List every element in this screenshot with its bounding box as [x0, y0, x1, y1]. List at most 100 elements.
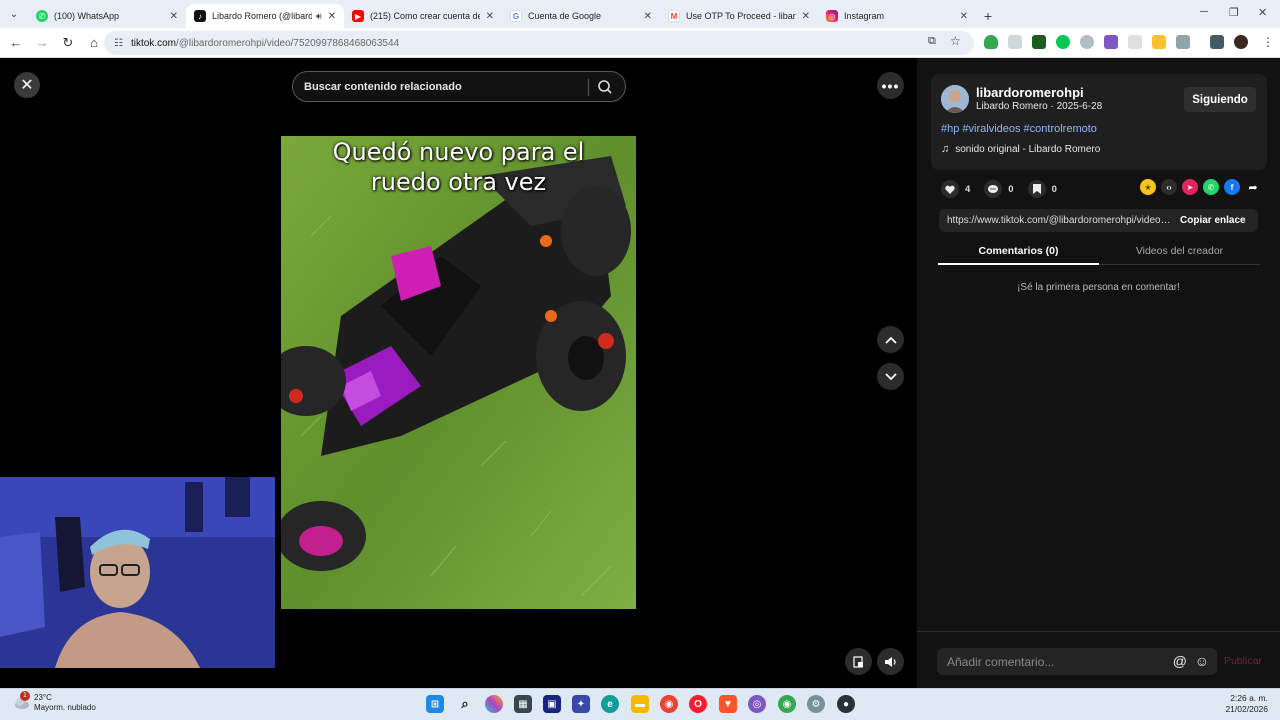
forward-icon[interactable]: →: [30, 31, 54, 55]
chrome-profile-icon[interactable]: ◉: [778, 695, 796, 713]
bookmark-icon: [1027, 180, 1046, 198]
profile-avatar[interactable]: [1234, 35, 1248, 49]
close-viewer-button[interactable]: ✕: [14, 72, 40, 98]
close-icon[interactable]: ✕: [170, 11, 178, 22]
previous-video-button[interactable]: [877, 326, 904, 353]
app-icon[interactable]: ✦: [572, 695, 590, 713]
comment-button[interactable]: 0: [984, 180, 1014, 198]
reading-list-icon[interactable]: [1210, 35, 1224, 49]
extension-icon[interactable]: [1104, 35, 1118, 49]
extensions-puzzle-icon[interactable]: [1176, 35, 1190, 49]
next-video-button[interactable]: [877, 363, 904, 390]
address-bar[interactable]: ☷ tiktok.com/@libardoromerohpi/video/752…: [104, 31, 974, 55]
extension-icon[interactable]: [1080, 35, 1094, 49]
window-close-icon[interactable]: ✕: [1258, 6, 1267, 19]
extension-icon[interactable]: [1056, 35, 1070, 49]
tab-whatsapp[interactable]: ✆ (100) WhatsApp ✕: [28, 4, 186, 28]
author-username[interactable]: libardoromerohpi: [976, 85, 1084, 100]
tab-youtube[interactable]: ▶ (215) Como crear cuenta de Ki ✕: [344, 4, 502, 28]
edge-icon[interactable]: e: [601, 695, 619, 713]
video-player[interactable]: Quedó nuevo para el ruedo otra vez: [281, 136, 636, 609]
clock-time: 2:26 a. m.: [1230, 693, 1268, 703]
following-button[interactable]: Siguiendo: [1184, 87, 1256, 112]
extension-shield-icon[interactable]: [984, 35, 998, 49]
app-icon[interactable]: ●: [837, 695, 855, 713]
close-icon[interactable]: ✕: [644, 11, 652, 22]
tab-google-account[interactable]: G Cuenta de Google ✕: [502, 4, 660, 28]
comment-composer: Añadir comentario... @ ☺ Publicar: [917, 631, 1280, 688]
related-search-input[interactable]: Buscar contenido relacionado: [292, 71, 626, 102]
extension-icon[interactable]: [1008, 35, 1022, 49]
like-count: 4: [965, 183, 971, 195]
emoji-icon[interactable]: ☺: [1195, 653, 1209, 669]
back-icon[interactable]: ←: [4, 31, 28, 55]
tiktok-icon: ♪: [194, 10, 206, 22]
minimize-icon[interactable]: ─: [1200, 6, 1208, 18]
extension-icon[interactable]: [1128, 35, 1142, 49]
facebook-share-icon[interactable]: f: [1224, 179, 1240, 195]
search-icon[interactable]: [597, 79, 613, 95]
send-to-friends-icon[interactable]: ➤: [1182, 179, 1198, 195]
home-icon[interactable]: ⌂: [82, 31, 106, 55]
copilot-icon[interactable]: [485, 695, 503, 713]
tab-comments[interactable]: Comentarios (0): [938, 245, 1099, 257]
system-clock[interactable]: 2:26 a. m. 21/02/2026: [1225, 693, 1268, 715]
close-icon[interactable]: ✕: [802, 11, 810, 22]
avatar-image: [941, 85, 969, 113]
mention-icon[interactable]: @: [1173, 653, 1187, 669]
bookmark-star-icon[interactable]: ☆: [950, 34, 961, 48]
panel-tabs: Comentarios (0) Videos del creador: [938, 241, 1260, 265]
tab-gmail[interactable]: M Use OTP To Proceed - libardoro ✕: [660, 4, 818, 28]
opera-icon[interactable]: O: [689, 695, 707, 713]
close-icon[interactable]: ✕: [486, 11, 494, 22]
share-options: ★ ‹› ➤ ✆ f ➦: [1135, 179, 1261, 195]
settings-gear-icon[interactable]: ⚙: [807, 695, 825, 713]
sound-link[interactable]: ♫ sonido original - Libardo Romero: [941, 143, 1100, 155]
comment-input[interactable]: Añadir comentario... @ ☺: [937, 648, 1217, 675]
microsoft-store-icon[interactable]: ▦: [514, 695, 532, 713]
speaker-icon[interactable]: 🔊︎: [316, 11, 322, 22]
avatar[interactable]: [941, 85, 969, 113]
save-button[interactable]: 0: [1027, 180, 1057, 198]
photos-icon[interactable]: ▣: [543, 695, 561, 713]
tab-tiktok[interactable]: ♪ Libardo Romero (@libardo 🔊︎ ✕: [186, 4, 344, 28]
video-link-url[interactable]: https://www.tiktok.com/@libardoromerohpi…: [947, 215, 1172, 226]
search-icon[interactable]: ⌕: [456, 695, 474, 713]
publish-button[interactable]: Publicar: [1224, 655, 1262, 667]
new-tab-button[interactable]: +: [976, 4, 1000, 28]
tab-creator-videos[interactable]: Videos del creador: [1099, 245, 1260, 257]
browser-menu-icon[interactable]: ⋮: [1262, 35, 1274, 49]
chrome-icon[interactable]: ◉: [660, 695, 678, 713]
chevron-up-icon: [884, 336, 897, 344]
volume-button[interactable]: [877, 648, 904, 675]
embed-code-icon[interactable]: ‹›: [1161, 179, 1177, 195]
copy-link-button[interactable]: Copiar enlace: [1180, 215, 1246, 226]
tab-search-icon[interactable]: ⌄: [0, 0, 28, 28]
repost-icon[interactable]: ★: [1140, 179, 1156, 195]
hashtags-link[interactable]: #hp #viralvideos #controlremoto: [941, 123, 1097, 135]
tab-title: Cuenta de Google: [528, 11, 602, 21]
whatsapp-icon: ✆: [36, 10, 48, 22]
install-app-icon[interactable]: ⧉: [928, 35, 936, 48]
gmail-icon: M: [668, 10, 680, 22]
close-icon[interactable]: ✕: [960, 11, 968, 22]
start-windows-icon[interactable]: ⊞: [426, 695, 444, 713]
details-panel: libardoromerohpi Libardo Romero · 2025-6…: [917, 58, 1280, 688]
like-button[interactable]: 4: [941, 180, 970, 198]
tab-instagram[interactable]: ◎ Instagram ✕: [818, 4, 976, 28]
more-options-button[interactable]: •••: [877, 72, 904, 99]
caption-line: ruedo otra vez: [370, 168, 547, 196]
maximize-icon[interactable]: ❐: [1229, 6, 1239, 19]
share-arrow-icon[interactable]: ➦: [1245, 179, 1261, 195]
reload-icon[interactable]: ↻: [56, 31, 80, 55]
extension-icon[interactable]: [1152, 35, 1166, 49]
brave-icon[interactable]: ▼: [719, 695, 737, 713]
browser-icon[interactable]: ◎: [748, 695, 766, 713]
picture-in-picture-button[interactable]: [845, 648, 872, 675]
pip-icon: [852, 655, 863, 668]
extension-icon[interactable]: [1032, 35, 1046, 49]
close-icon[interactable]: ✕: [328, 11, 336, 22]
site-info-icon[interactable]: ☷: [114, 38, 123, 49]
file-explorer-icon[interactable]: ▬: [631, 695, 649, 713]
whatsapp-share-icon[interactable]: ✆: [1203, 179, 1219, 195]
